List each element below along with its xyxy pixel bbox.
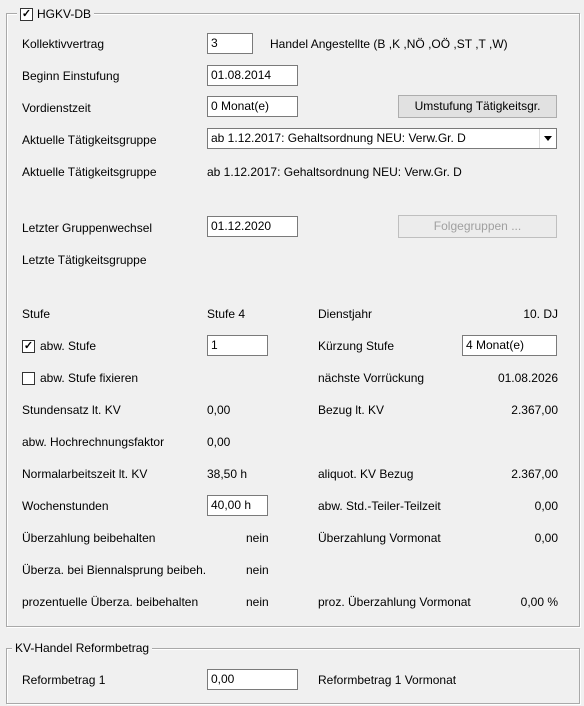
wochenstunden-field[interactable]: 40,00 h: [207, 495, 268, 516]
proz-ueberzahlung-vormonat-value: 0,00 %: [520, 595, 558, 609]
normalarbeitszeit-value: 38,50 h: [207, 467, 248, 481]
umstufung-button[interactable]: Umstufung Tätigkeitsgr.: [398, 95, 557, 118]
abw-stufe-field[interactable]: 1: [207, 335, 268, 356]
ueberzahlung-vormonat-label: Überzahlung Vormonat: [318, 531, 441, 545]
stundensatz-label: Stundensatz lt. KV: [22, 403, 121, 417]
bezug-value: 2.367,00: [511, 403, 558, 417]
letzte-taetigkeitsgruppe-label: Letzte Tätigkeitsgruppe: [22, 253, 147, 267]
aliquot-kv-bezug-value: 2.367,00: [511, 467, 558, 481]
letzter-gruppenwechsel-field[interactable]: 01.12.2020: [207, 216, 298, 237]
chevron-down-icon[interactable]: [539, 129, 556, 148]
reformbetrag-vormonat-label: Reformbetrag 1 Vormonat: [318, 673, 457, 687]
dienstjahr-label: Dienstjahr: [318, 307, 373, 321]
kollektivvertrag-field[interactable]: 3: [207, 33, 253, 54]
checkmark-icon: ✓: [23, 339, 34, 352]
aktuelle-taetigkeitsgruppe-label-2: Aktuelle Tätigkeitsgruppe: [22, 165, 157, 179]
prozentuelle-ueberzahlung-value: nein: [246, 595, 269, 609]
aktuelle-taetigkeitsgruppe-label: Aktuelle Tätigkeitsgruppe: [22, 133, 157, 147]
checkmark-icon: ✓: [21, 7, 32, 20]
std-teiler-value: 0,00: [534, 499, 558, 513]
biennalsprung-label: Überza. bei Biennalsprung beibeh.: [22, 563, 207, 577]
letzter-gruppenwechsel-label: Letzter Gruppenwechsel: [22, 221, 153, 235]
bezug-label: Bezug lt. KV: [318, 403, 385, 417]
aktuelle-taetigkeitsgruppe-select[interactable]: ab 1.12.2017: Gehaltsordnung NEU: Verw.G…: [207, 128, 557, 149]
naechste-vorrueckung-value: 01.08.2026: [497, 371, 558, 385]
reformbetrag-field[interactable]: 0,00: [207, 669, 298, 690]
hgkv-title: HGKV-DB: [37, 7, 92, 21]
abw-stufe-checkbox[interactable]: ✓: [22, 339, 35, 353]
dienstjahr-value: 10. DJ: [523, 307, 558, 321]
hochrechnungsfaktor-label: abw. Hochrechnungsfaktor: [22, 435, 165, 449]
vordienstzeit-label: Vordienstzeit: [22, 101, 91, 115]
abw-stufe-fixieren-checkbox[interactable]: [22, 371, 35, 385]
abw-stufe-toggle[interactable]: ✓ abw. Stufe: [22, 338, 96, 354]
reformbetrag-label: Reformbetrag 1: [22, 673, 106, 687]
kuerzung-stufe-field[interactable]: 4 Monat(e): [462, 335, 557, 356]
ueberzahlung-beibehalten-label: Überzahlung beibehalten: [22, 531, 156, 545]
normalarbeitszeit-label: Normalarbeitszeit lt. KV: [22, 467, 148, 481]
abw-stufe-fixieren-toggle[interactable]: abw. Stufe fixieren: [22, 370, 138, 386]
stufe-value: Stufe 4: [207, 307, 246, 321]
beginn-einstufung-field[interactable]: 01.08.2014: [207, 65, 298, 86]
prozentuelle-ueberzahlung-label: prozentuelle Überza. beibehalten: [22, 595, 199, 609]
kollektivvertrag-label: Kollektivvertrag: [22, 37, 105, 51]
vordienstzeit-field[interactable]: 0 Monat(e): [207, 96, 298, 117]
hochrechnungsfaktor-value: 0,00: [207, 435, 231, 449]
stundensatz-value: 0,00: [207, 403, 231, 417]
ueberzahlung-beibehalten-value: nein: [246, 531, 269, 545]
std-teiler-label: abw. Std.-Teiler-Teilzeit: [318, 499, 441, 513]
aktuelle-taetigkeitsgruppe-value: ab 1.12.2017: Gehaltsordnung NEU: Verw.G…: [211, 131, 466, 145]
aliquot-kv-bezug-label: aliquot. KV Bezug: [318, 467, 414, 481]
kuerzung-stufe-label: Kürzung Stufe: [318, 339, 395, 353]
wochenstunden-label: Wochenstunden: [22, 499, 109, 513]
kollektivvertrag-name: Handel Angestellte (B ,K ,NÖ ,OÖ ,ST ,T …: [270, 37, 508, 51]
aktuelle-taetigkeitsgruppe-text: ab 1.12.2017: Gehaltsordnung NEU: Verw.G…: [207, 165, 462, 179]
hgkv-checkbox[interactable]: ✓: [20, 7, 33, 21]
hgkv-legend[interactable]: ✓ HGKV-DB: [17, 6, 95, 22]
folgegruppen-button[interactable]: Folgegruppen ...: [398, 215, 557, 238]
proz-ueberzahlung-vormonat-label: proz. Überzahlung Vormonat: [318, 595, 471, 609]
stufe-label: Stufe: [22, 307, 51, 321]
beginn-einstufung-label: Beginn Einstufung: [22, 69, 120, 83]
abw-stufe-label: abw. Stufe: [40, 339, 97, 353]
reformbetrag-legend: KV-Handel Reformbetrag: [12, 640, 153, 656]
biennalsprung-value: nein: [246, 563, 269, 577]
abw-stufe-fixieren-label: abw. Stufe fixieren: [40, 371, 139, 385]
reformbetrag-title: KV-Handel Reformbetrag: [15, 641, 150, 655]
naechste-vorrueckung-label: nächste Vorrückung: [318, 371, 425, 385]
ueberzahlung-vormonat-value: 0,00: [534, 531, 558, 545]
